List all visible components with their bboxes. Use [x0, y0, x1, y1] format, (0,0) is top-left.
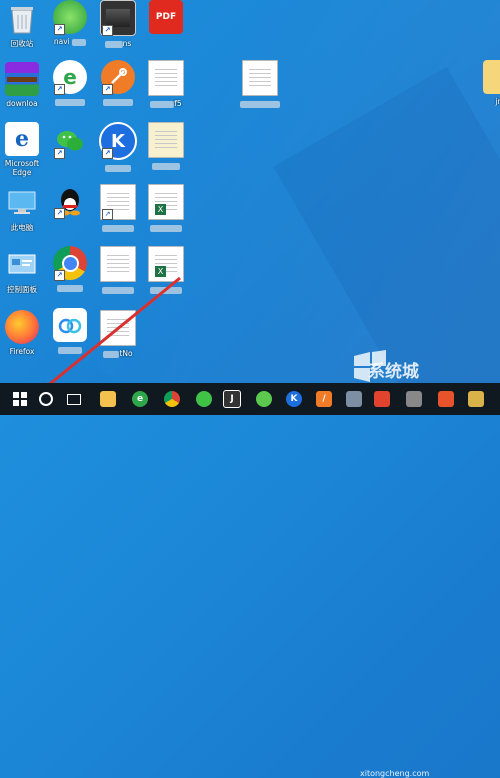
taskbar-navicat[interactable]: [254, 383, 274, 415]
taskbar-file-explorer[interactable]: [98, 383, 118, 415]
image-app-icon: [346, 391, 362, 407]
taskbar-360-browser[interactable]: e: [130, 383, 150, 415]
taskbar-app-image[interactable]: [344, 383, 364, 415]
taskbar-chrome[interactable]: [162, 383, 182, 415]
task-view-icon: [67, 393, 81, 405]
taskbar-app-folder[interactable]: [466, 383, 486, 415]
watermark-url: xitongcheng.com: [360, 769, 430, 778]
taskbar-app-dark[interactable]: J: [222, 383, 242, 415]
app-gray-icon: [406, 391, 422, 407]
windows-logo-icon: [13, 392, 27, 406]
taskbar-app-red[interactable]: [372, 383, 392, 415]
red-arrow-annotation: [28, 276, 181, 400]
task-view-button[interactable]: [64, 383, 84, 415]
taskbar-kugou[interactable]: K: [284, 383, 304, 415]
taskbar-app-orange[interactable]: [436, 383, 456, 415]
browser-360-icon: e: [132, 391, 148, 407]
app-orange-icon: [438, 391, 454, 407]
chrome-icon: [164, 391, 180, 407]
taskbar: e J K / xitongcheng.com: [0, 383, 500, 778]
start-button[interactable]: [0, 383, 40, 415]
search-button[interactable]: [36, 383, 56, 415]
navicat-icon: [256, 391, 272, 407]
tool-icon: /: [316, 391, 332, 407]
ide-icon: J: [223, 390, 241, 408]
taskbar-tool[interactable]: /: [314, 383, 334, 415]
kugou-icon: K: [286, 391, 302, 407]
taskbar-wechat[interactable]: [194, 383, 214, 415]
folder-yellow-icon: [468, 391, 484, 407]
wechat-icon: [196, 391, 212, 407]
app-red-icon: [374, 391, 390, 407]
folder-icon: [100, 391, 116, 407]
search-circle-icon: [39, 392, 53, 406]
taskbar-app-gray[interactable]: [404, 383, 424, 415]
